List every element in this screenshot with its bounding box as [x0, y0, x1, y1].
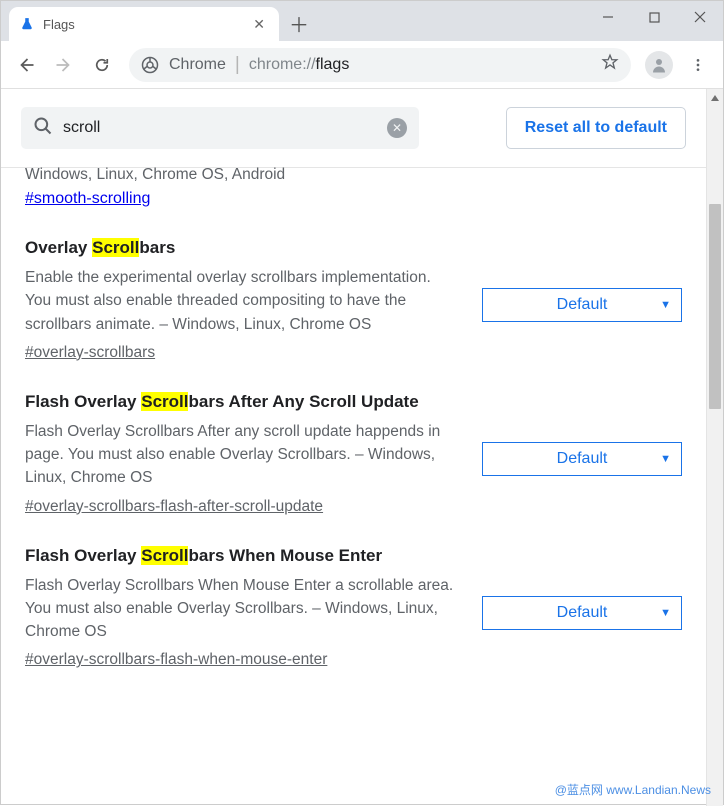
flag-anchor[interactable]: #smooth-scrolling — [25, 190, 150, 207]
bookmark-star-icon[interactable] — [601, 53, 619, 76]
flag-anchor[interactable]: #overlay-scrollbars — [25, 344, 155, 361]
select-value: Default — [557, 450, 608, 468]
profile-avatar[interactable] — [645, 51, 673, 79]
flags-search-box[interactable]: scroll ✕ — [21, 107, 419, 149]
reload-button[interactable] — [85, 48, 119, 82]
flags-page: scroll ✕ Reset all to default Windows, L… — [1, 89, 706, 806]
clear-search-icon[interactable]: ✕ — [387, 118, 407, 138]
site-label: Chrome — [169, 56, 226, 74]
flask-icon — [19, 16, 35, 32]
flag-select[interactable]: Default ▼ — [482, 442, 682, 476]
truncated-line: Windows, Linux, Chrome OS, Android — [25, 166, 682, 184]
address-bar[interactable]: Chrome | chrome://flags — [129, 48, 631, 82]
flag-description: Flash Overlay Scrollbars After any scrol… — [25, 420, 458, 490]
flag-item: Flash Overlay Scrollbars When Mouse Ente… — [25, 516, 682, 670]
tab-title: Flags — [43, 17, 249, 32]
scrollbar-up-arrow-icon[interactable] — [707, 89, 723, 106]
flag-item: Flash Overlay Scrollbars After Any Scrol… — [25, 362, 682, 516]
kebab-menu-icon[interactable] — [681, 48, 715, 82]
url-scheme: chrome:// — [249, 56, 316, 74]
minimize-button[interactable] — [585, 1, 631, 33]
flag-title: Flash Overlay Scrollbars After Any Scrol… — [25, 392, 458, 412]
omnibox-separator: | — [235, 54, 240, 76]
search-icon — [33, 116, 53, 141]
flag-title: Flash Overlay Scrollbars When Mouse Ente… — [25, 546, 458, 566]
forward-button[interactable] — [47, 48, 81, 82]
flag-item-partial: Windows, Linux, Chrome OS, Android #smoo… — [25, 172, 682, 208]
flag-select[interactable]: Default ▼ — [482, 288, 682, 322]
window-titlebar: Flags ✕ ＋ — [1, 1, 723, 41]
reset-all-button[interactable]: Reset all to default — [506, 107, 686, 149]
flag-title: Overlay Scrollbars — [25, 238, 458, 258]
chevron-down-icon: ▼ — [660, 453, 671, 465]
flag-anchor[interactable]: #overlay-scrollbars-flash-after-scroll-u… — [25, 498, 323, 515]
browser-toolbar: Chrome | chrome://flags — [1, 41, 723, 89]
flags-list: Windows, Linux, Chrome OS, Android #smoo… — [1, 172, 706, 693]
watermark-text: @蓝点网 www.Landian.News — [555, 781, 711, 798]
flag-item: Overlay Scrollbars Enable the experiment… — [25, 208, 682, 362]
content-area: scroll ✕ Reset all to default Windows, L… — [1, 89, 723, 806]
back-button[interactable] — [9, 48, 43, 82]
window-controls — [585, 1, 723, 33]
flag-description: Enable the experimental overlay scrollba… — [25, 266, 458, 336]
chrome-icon — [141, 56, 159, 74]
chevron-down-icon: ▼ — [660, 299, 671, 311]
search-query: scroll — [63, 119, 387, 137]
scrollbar-thumb[interactable] — [709, 204, 721, 409]
select-value: Default — [557, 604, 608, 622]
flag-anchor[interactable]: #overlay-scrollbars-flash-when-mouse-ent… — [25, 651, 327, 668]
new-tab-button[interactable]: ＋ — [285, 9, 313, 37]
maximize-button[interactable] — [631, 1, 677, 33]
flags-header: scroll ✕ Reset all to default — [1, 89, 706, 168]
flag-select[interactable]: Default ▼ — [482, 596, 682, 630]
browser-tab[interactable]: Flags ✕ — [9, 7, 279, 41]
flag-description: Flash Overlay Scrollbars When Mouse Ente… — [25, 574, 458, 644]
select-value: Default — [557, 296, 608, 314]
close-window-button[interactable] — [677, 1, 723, 33]
chevron-down-icon: ▼ — [660, 607, 671, 619]
vertical-scrollbar[interactable] — [706, 89, 723, 806]
url-path: flags — [316, 56, 350, 74]
close-tab-icon[interactable]: ✕ — [249, 14, 269, 35]
